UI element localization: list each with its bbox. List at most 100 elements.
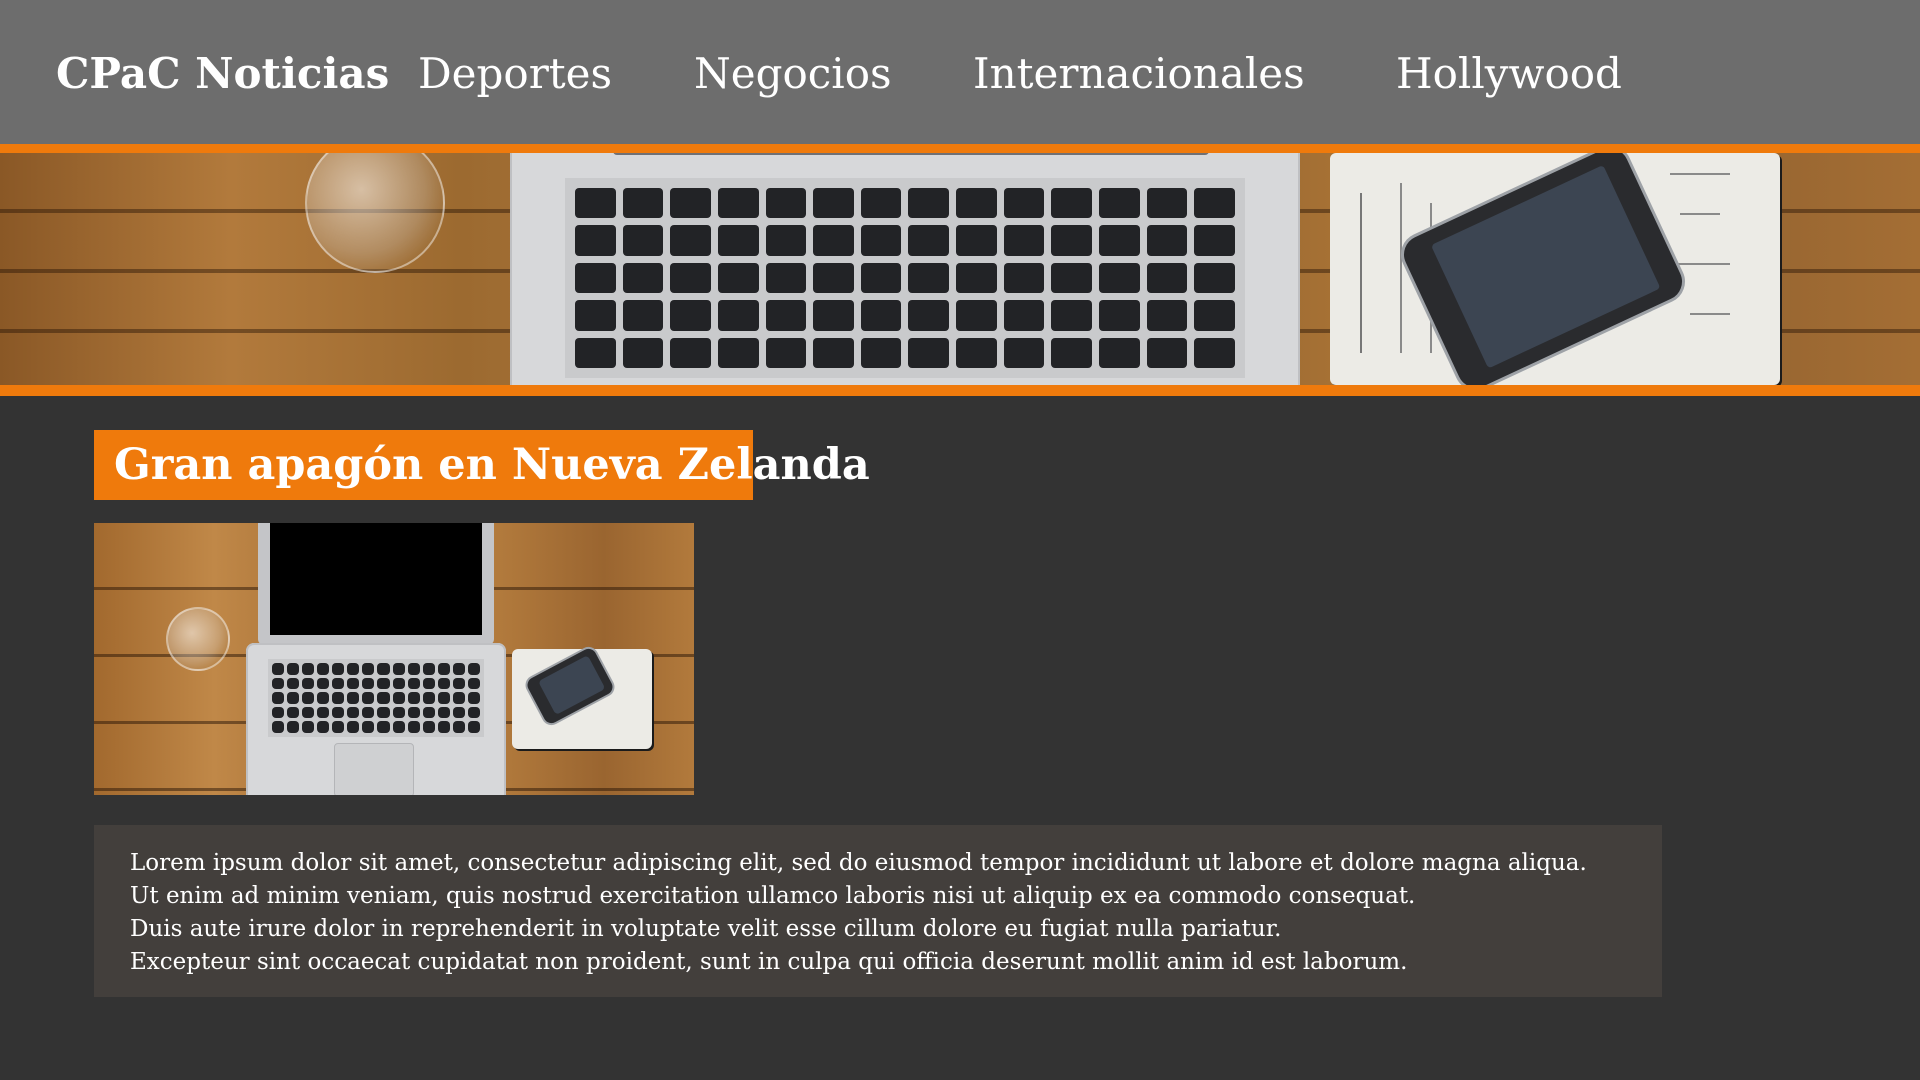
keyboard-key	[407, 663, 420, 675]
keyboard-key	[437, 721, 450, 733]
keyboard-key	[717, 300, 759, 331]
site-logo-link[interactable]: CPaC Noticias	[56, 44, 389, 104]
keyboard-key	[347, 706, 360, 719]
keyboard-key	[908, 188, 950, 219]
keyboard-key	[1051, 225, 1093, 256]
keyboard-key	[717, 337, 759, 368]
keyboard-key	[467, 663, 480, 675]
banner-image	[0, 153, 1920, 385]
nav-item-negocios[interactable]: Negocios	[694, 44, 892, 104]
keyboard-key	[452, 721, 465, 733]
keyboard-key	[1194, 225, 1235, 256]
keyboard-key	[956, 300, 997, 331]
keyboard-key	[377, 706, 390, 719]
keyboard-key	[377, 677, 390, 690]
keyboard-key	[1051, 262, 1093, 294]
keyboard-key	[437, 692, 450, 704]
laptop-keyboard	[565, 178, 1245, 378]
keyboard-key	[956, 225, 997, 256]
keyboard-key	[908, 225, 950, 256]
article-image	[94, 523, 694, 795]
keyboard-key	[287, 692, 300, 704]
keyboard-key	[1146, 337, 1188, 368]
keyboard-key	[332, 692, 345, 704]
keyboard-key	[1146, 188, 1188, 219]
keyboard-key	[422, 677, 435, 690]
keyboard-key	[813, 300, 854, 331]
keyboard-key	[717, 188, 759, 219]
nav-item-internacionales[interactable]: Internacionales	[973, 44, 1305, 104]
keyboard-key	[392, 706, 405, 719]
nav-item-deportes[interactable]: Deportes	[418, 44, 612, 104]
keyboard-key	[347, 721, 360, 733]
keyboard-key	[437, 706, 450, 719]
keyboard-key	[317, 677, 330, 690]
keyboard-key	[765, 188, 807, 219]
keyboard-key	[575, 337, 616, 368]
keyboard-key	[452, 663, 465, 675]
keyboard-key	[813, 225, 854, 256]
keyboard-key	[422, 721, 435, 733]
keyboard-key	[575, 225, 616, 256]
keyboard-key	[332, 663, 345, 675]
keyboard-key	[392, 677, 405, 690]
laptop-screen-image	[258, 523, 494, 645]
keyboard-key	[908, 262, 950, 294]
keyboard-key	[452, 677, 465, 690]
keyboard-key	[1003, 188, 1045, 219]
laptop-image	[510, 153, 1300, 385]
keyboard-key	[670, 262, 711, 294]
keyboard-key	[1051, 300, 1093, 331]
article-title: Gran apagón en Nueva Zelanda	[94, 430, 870, 500]
keyboard-key	[1003, 262, 1045, 294]
keyboard-key	[317, 663, 330, 675]
keyboard-key	[317, 721, 330, 733]
water-glass-image	[166, 607, 230, 671]
keyboard-key	[467, 706, 480, 719]
page: CPaC Noticias Deportes Negocios Internac…	[0, 0, 1920, 1080]
keyboard-key	[813, 262, 854, 294]
keyboard-key	[452, 706, 465, 719]
keyboard-key	[467, 721, 480, 733]
keyboard-key	[437, 677, 450, 690]
keyboard-key	[1003, 337, 1045, 368]
keyboard-key	[765, 225, 807, 256]
keyboard-key	[1099, 225, 1140, 256]
keyboard-key	[1051, 337, 1093, 368]
article-body: Lorem ipsum dolor sit amet, consectetur …	[94, 825, 1662, 997]
keyboard-key	[272, 721, 285, 733]
keyboard-key	[860, 300, 902, 331]
keyboard-key	[622, 225, 664, 256]
keyboard-key	[1099, 188, 1140, 219]
keyboard-key	[272, 663, 285, 675]
keyboard-key	[302, 706, 315, 719]
keyboard-key	[670, 337, 711, 368]
keyboard-key	[362, 663, 375, 675]
keyboard-key	[287, 663, 300, 675]
top-navigation-bar: CPaC Noticias Deportes Negocios Internac…	[0, 0, 1920, 144]
keyboard-key	[422, 692, 435, 704]
keyboard-key	[392, 663, 405, 675]
keyboard-key	[717, 225, 759, 256]
keyboard-key	[1146, 300, 1188, 331]
keyboard-key	[622, 262, 664, 294]
keyboard-key	[287, 677, 300, 690]
keyboard-key	[956, 262, 997, 294]
keyboard-key	[860, 225, 902, 256]
keyboard-key	[362, 721, 375, 733]
keyboard-key	[1194, 188, 1235, 219]
keyboard-key	[575, 262, 616, 294]
keyboard-key	[287, 721, 300, 733]
keyboard-key	[437, 663, 450, 675]
nav-item-hollywood[interactable]: Hollywood	[1396, 44, 1622, 104]
keyboard-key	[347, 663, 360, 675]
keyboard-key	[467, 677, 480, 690]
keyboard-key	[670, 300, 711, 331]
keyboard-key	[765, 300, 807, 331]
keyboard-key	[670, 188, 711, 219]
keyboard-key	[908, 300, 950, 331]
keyboard-key	[860, 188, 902, 219]
keyboard-key	[332, 721, 345, 733]
keyboard-key	[467, 692, 480, 704]
keyboard-key	[347, 677, 360, 690]
